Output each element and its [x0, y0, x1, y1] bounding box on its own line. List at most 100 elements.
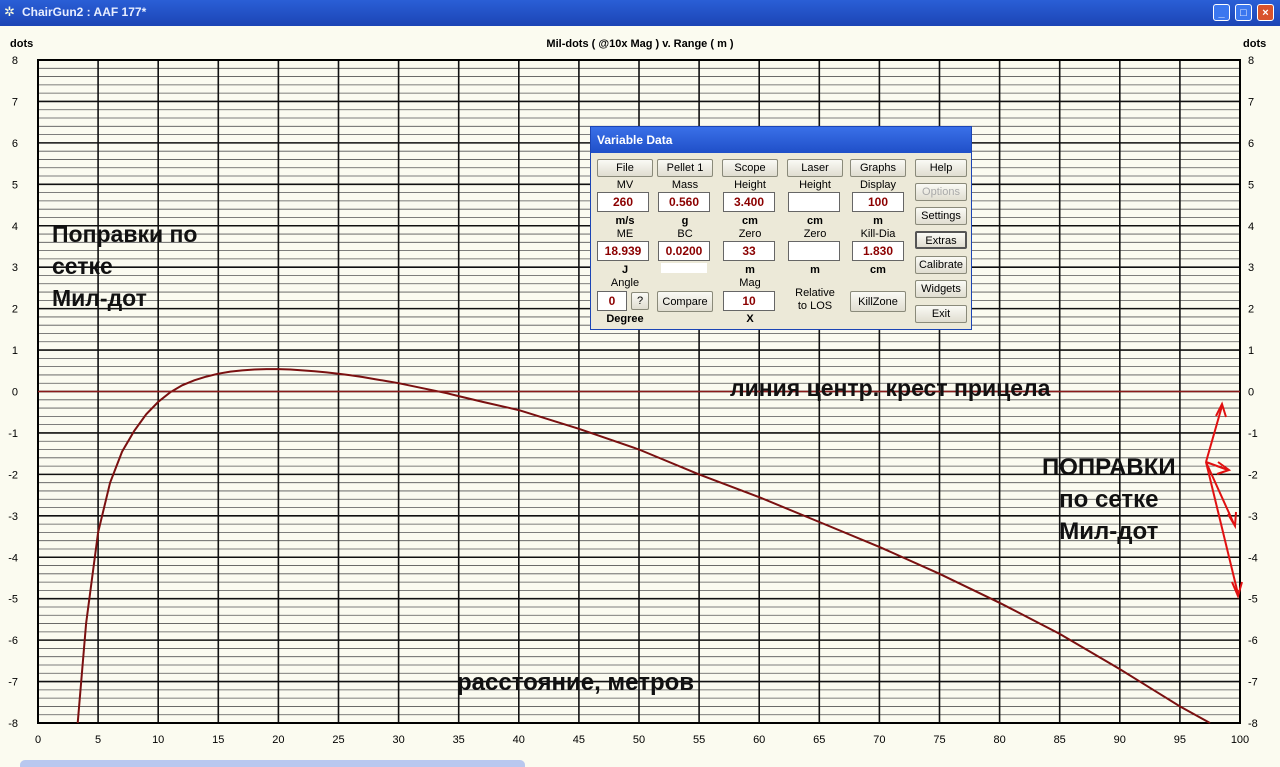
y-tick-label-right: -8 [1248, 718, 1258, 730]
laser-height-field[interactable] [788, 192, 840, 212]
bc-blank-field [661, 263, 707, 273]
annotation-left: Поправки по сетке Мил-дот [52, 221, 198, 311]
mass-unit: g [681, 215, 689, 227]
calibrate-button[interactable]: Calibrate [915, 256, 967, 274]
me-field[interactable]: 18.939 [597, 241, 649, 261]
y-tick-label-left: 1 [12, 345, 18, 357]
me-unit: J [621, 264, 629, 276]
x-tick-label: 25 [332, 734, 344, 746]
window-titlebar: ✲ ChairGun2 : AAF 177* _ □ × [0, 0, 1280, 26]
dialog-title: Variable Data [591, 127, 971, 153]
x-tick-label: 0 [35, 734, 41, 746]
y-tick-label-left: -6 [8, 635, 18, 647]
close-button[interactable]: × [1257, 4, 1274, 21]
angle-label: Angle [610, 277, 640, 289]
restore-button[interactable]: □ [1235, 4, 1252, 21]
x-tick-label: 90 [1114, 734, 1126, 746]
mag-field[interactable]: 10 [723, 291, 775, 311]
display-unit: m [873, 215, 883, 227]
y-axis-label-left: dots [10, 38, 33, 50]
display-label: Display [859, 179, 897, 191]
y-tick-label-left: 4 [12, 221, 18, 233]
y-tick-label-left: 8 [12, 55, 18, 67]
file-button[interactable]: File [597, 159, 653, 177]
angle-field[interactable]: 0 [597, 291, 627, 311]
annotation-bottom: расстояние, метров [457, 669, 695, 696]
y-tick-label-right: -3 [1248, 511, 1258, 523]
y-tick-label-right: -5 [1248, 594, 1258, 606]
x-tick-label: 85 [1054, 734, 1066, 746]
bc-field[interactable]: 0.0200 [658, 241, 710, 261]
x-tick-label: 75 [933, 734, 945, 746]
killdia-label: Kill-Dia [860, 228, 896, 240]
height-field[interactable]: 3.400 [723, 192, 775, 212]
y-tick-label-left: 5 [12, 179, 18, 191]
x-tick-label: 30 [392, 734, 404, 746]
x-tick-label: 70 [873, 734, 885, 746]
x-tick-label: 15 [212, 734, 224, 746]
killdia-field[interactable]: 1.830 [852, 241, 904, 261]
laser-zero-unit: m [810, 264, 820, 276]
mag-unit: X [746, 313, 754, 325]
y-tick-label-right: 3 [1248, 262, 1254, 274]
mv-field[interactable]: 260 [597, 192, 649, 212]
laser-button[interactable]: Laser [787, 159, 843, 177]
mass-label: Mass [671, 179, 699, 191]
settings-button[interactable]: Settings [915, 207, 967, 225]
x-tick-label: 20 [272, 734, 284, 746]
compare-button[interactable]: Compare [657, 291, 713, 312]
y-tick-label-left: -3 [8, 511, 18, 523]
x-tick-label: 65 [813, 734, 825, 746]
y-tick-label-right: -2 [1248, 469, 1258, 481]
x-tick-label: 55 [693, 734, 705, 746]
mv-label: MV [616, 179, 634, 191]
y-axis-label-right: dots [1243, 38, 1266, 50]
laser-zero-label: Zero [803, 228, 827, 240]
y-tick-label-left: -1 [8, 428, 18, 440]
mass-field[interactable]: 0.560 [658, 192, 710, 212]
y-tick-label-right: -4 [1248, 552, 1258, 564]
minimize-button[interactable]: _ [1213, 4, 1230, 21]
y-tick-label-left: 3 [12, 262, 18, 274]
widgets-button[interactable]: Widgets [915, 280, 967, 298]
me-label: ME [616, 228, 634, 240]
y-tick-label-left: 0 [12, 387, 18, 399]
mag-label: Mag [739, 277, 761, 289]
y-tick-label-left: 7 [12, 96, 18, 108]
trajectory-chart: Mil-dots ( @10x Mag ) v. Range ( m ) dot… [8, 38, 1266, 746]
y-tick-label-right: -6 [1248, 635, 1258, 647]
y-tick-label-right: 8 [1248, 55, 1254, 67]
killzone-button[interactable]: KillZone [850, 291, 906, 312]
x-tick-label: 50 [633, 734, 645, 746]
x-tick-label: 5 [95, 734, 101, 746]
angle-help-button[interactable]: ? [631, 292, 649, 310]
zero-field[interactable]: 33 [723, 241, 775, 261]
pellet-button[interactable]: Pellet 1 [657, 159, 713, 177]
y-tick-label-left: -2 [8, 469, 18, 481]
y-tick-label-right: 4 [1248, 221, 1254, 233]
y-tick-label-right: 7 [1248, 96, 1254, 108]
y-tick-label-left: -7 [8, 677, 18, 689]
graphs-button[interactable]: Graphs [850, 159, 906, 177]
height-label: Height [734, 179, 766, 191]
y-tick-label-right: 5 [1248, 179, 1254, 191]
window-title: ChairGun2 : AAF 177* [22, 5, 147, 19]
scope-button[interactable]: Scope [722, 159, 778, 177]
annotation-crosshair: линия центр. крест прицела [730, 375, 1051, 401]
exit-button[interactable]: Exit [915, 305, 967, 323]
y-tick-label-right: 0 [1248, 387, 1254, 399]
extras-button[interactable]: Extras [915, 231, 967, 249]
x-tick-label: 100 [1231, 734, 1249, 746]
display-field[interactable]: 100 [852, 192, 904, 212]
mv-unit: m/s [615, 215, 635, 227]
arrow-1 [1205, 405, 1223, 463]
zero-unit: m [745, 264, 755, 276]
bc-label: BC [677, 228, 693, 240]
y-tick-label-left: -5 [8, 594, 18, 606]
laser-zero-field[interactable] [788, 241, 840, 261]
annotation-right: ПОПРАВКИ по сетке Мил-дот [1042, 454, 1176, 545]
options-button[interactable]: Options [915, 183, 967, 201]
x-tick-label: 35 [453, 734, 465, 746]
y-tick-label-right: 2 [1248, 304, 1254, 316]
help-button[interactable]: Help [915, 159, 967, 177]
